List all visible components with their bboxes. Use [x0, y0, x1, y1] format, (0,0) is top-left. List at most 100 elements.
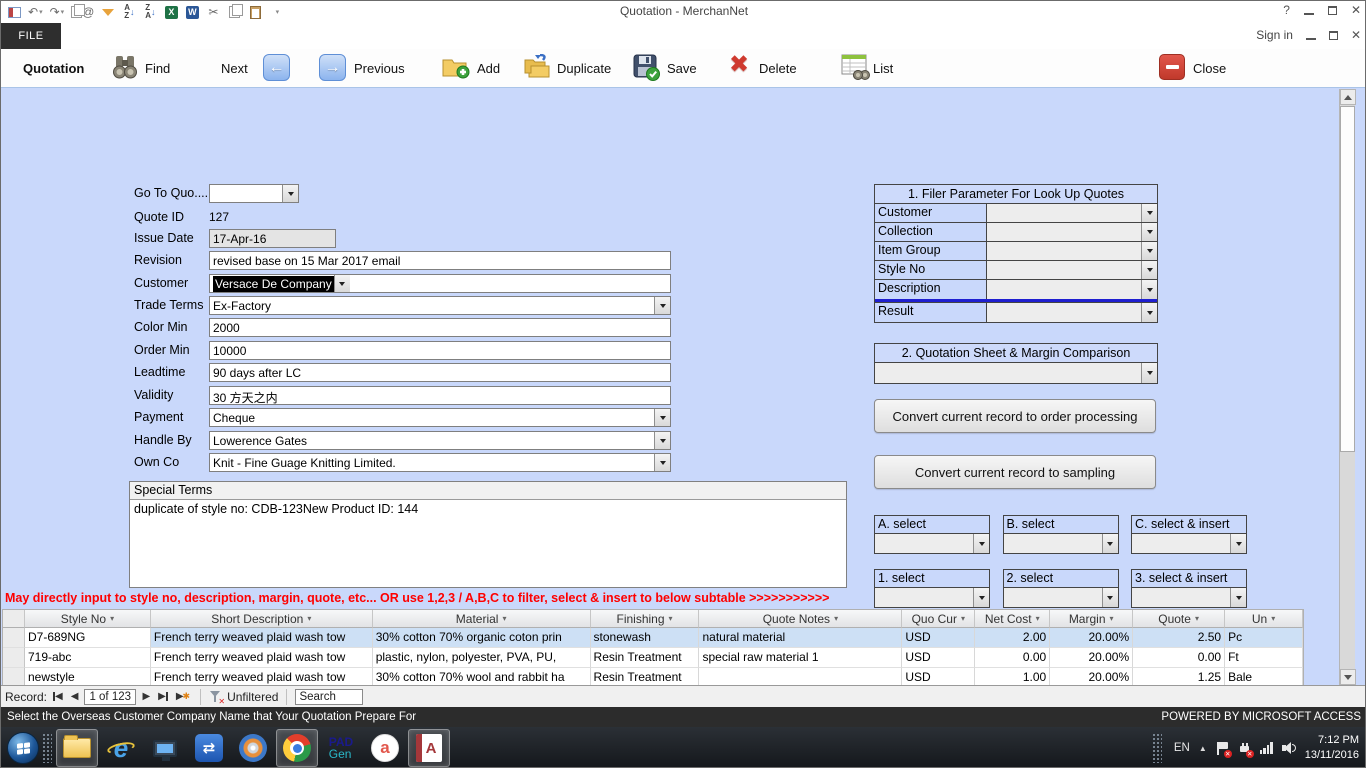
file-tab[interactable]: FILE	[1, 23, 61, 49]
convert-to-sampling-button[interactable]: Convert current record to sampling	[874, 455, 1156, 489]
dropdown-button[interactable]	[1141, 223, 1157, 241]
dropdown-button[interactable]	[1141, 303, 1157, 322]
dropdown-button[interactable]	[1230, 588, 1246, 607]
column-sort-icon[interactable]: ▾	[834, 614, 838, 623]
list-icon[interactable]	[841, 54, 871, 81]
sign-in-link[interactable]: Sign in	[1256, 28, 1293, 42]
add-icon[interactable]	[441, 54, 471, 80]
taskbar-access-button[interactable]: A	[408, 729, 450, 767]
scrollbar-thumb[interactable]	[1340, 106, 1355, 452]
find-button[interactable]: Find	[145, 61, 170, 76]
table-cell[interactable]: 719-abc	[25, 648, 151, 668]
order-min-field[interactable]: 10000	[209, 341, 671, 360]
select-box-combobox[interactable]	[875, 534, 989, 553]
delete-icon[interactable]: ✖	[729, 52, 749, 78]
handle-by-combobox[interactable]: Lowerence Gates	[209, 431, 671, 450]
filter-status-icon[interactable]: ✕	[209, 690, 223, 704]
db-close-button[interactable]: ✕	[1351, 28, 1361, 42]
db-minimize-button[interactable]	[1306, 38, 1316, 40]
table-cell[interactable]: natural material	[699, 628, 902, 648]
leadtime-field[interactable]: 90 days after LC	[209, 363, 671, 382]
volume-icon[interactable]	[1282, 742, 1296, 754]
column-header-finishing[interactable]: Finishing▾	[591, 610, 700, 628]
trade-terms-combobox[interactable]: Ex-Factory	[209, 296, 671, 315]
new-record-icon[interactable]: ▶✱	[174, 691, 192, 702]
taskbar-clock[interactable]: 7:12 PM 13/11/2016	[1305, 733, 1359, 763]
hidden-icons-chevron[interactable]: ▲	[1199, 744, 1207, 753]
special-terms-box[interactable]: Special Terms duplicate of style no: CDB…	[129, 481, 847, 588]
close-form-icon[interactable]	[1159, 54, 1185, 80]
own-co-combobox[interactable]: Knit - Fine Guage Knitting Limited.	[209, 453, 671, 472]
table-cell[interactable]: 2.50	[1133, 628, 1225, 648]
table-cell[interactable]: USD	[902, 648, 975, 668]
row-selector[interactable]	[3, 648, 25, 668]
column-sort-icon[interactable]: ▾	[1271, 614, 1275, 623]
select-box-combobox[interactable]	[1132, 588, 1246, 607]
dropdown-button[interactable]	[334, 275, 350, 292]
column-header-short-description[interactable]: Short Description▾	[151, 610, 373, 628]
table-cell[interactable]: 20.00%	[1050, 628, 1133, 648]
table-cell[interactable]: USD	[902, 628, 975, 648]
payment-combobox[interactable]: Cheque	[209, 408, 671, 427]
previous-button-arrow-right-icon[interactable]: →	[319, 54, 346, 81]
column-sort-icon[interactable]: ▾	[110, 614, 114, 623]
issue-date-field[interactable]: 17-Apr-16	[209, 229, 336, 248]
filter-combobox[interactable]	[987, 204, 1157, 222]
comparison-combobox[interactable]	[875, 363, 1157, 383]
column-header-margin[interactable]: Margin▾	[1050, 610, 1133, 628]
select-all-corner[interactable]	[3, 610, 25, 628]
next-button-arrow-left-icon[interactable]: ←	[263, 54, 290, 81]
first-record-icon[interactable]: ◀	[51, 691, 65, 702]
select-box-combobox[interactable]	[1004, 588, 1118, 607]
filter-status-label[interactable]: Unfiltered	[227, 690, 278, 704]
next-record-icon[interactable]: ▶	[140, 691, 152, 702]
dropdown-button[interactable]	[1141, 204, 1157, 222]
color-min-field[interactable]: 2000	[209, 318, 671, 337]
add-button[interactable]: Add	[477, 61, 500, 76]
filter-combobox[interactable]	[987, 223, 1157, 241]
dropdown-button[interactable]	[1141, 363, 1157, 383]
taskbar-teamviewer-button[interactable]: ⇄	[188, 729, 230, 767]
help-button[interactable]: ?	[1283, 3, 1290, 17]
scroll-up-icon[interactable]	[1340, 89, 1356, 105]
select-box-combobox[interactable]	[1004, 534, 1118, 553]
column-header-style-no[interactable]: Style No▾	[25, 610, 151, 628]
close-form-button[interactable]: Close	[1193, 61, 1226, 76]
dropdown-button[interactable]	[973, 588, 989, 607]
hardware-icon[interactable]: ✕	[1238, 742, 1251, 755]
column-sort-icon[interactable]: ▾	[1036, 614, 1040, 623]
db-restore-button[interactable]	[1329, 31, 1338, 40]
select-box-combobox[interactable]	[1132, 534, 1246, 553]
minimize-button[interactable]	[1304, 13, 1314, 15]
column-sort-icon[interactable]: ▾	[1195, 614, 1199, 623]
action-center-icon[interactable]: ✕	[1216, 742, 1229, 755]
record-position[interactable]: 1 of 123	[84, 689, 136, 705]
network-signal-icon[interactable]	[1260, 742, 1273, 754]
column-sort-icon[interactable]: ▾	[961, 614, 965, 623]
taskbar-explorer-button[interactable]	[56, 729, 98, 767]
previous-record-icon[interactable]: ◀	[69, 691, 81, 702]
duplicate-icon[interactable]	[521, 54, 551, 80]
dropdown-button[interactable]	[1230, 534, 1246, 553]
language-indicator[interactable]: EN	[1174, 742, 1190, 754]
table-cell[interactable]: French terry weaved plaid wash tow	[151, 628, 373, 648]
result-combobox[interactable]	[987, 303, 1157, 322]
last-record-icon[interactable]: ▶	[156, 691, 170, 702]
column-header-un[interactable]: Un▾	[1225, 610, 1303, 628]
filter-combobox[interactable]	[987, 261, 1157, 279]
table-cell[interactable]: stonewash	[591, 628, 700, 648]
dropdown-button[interactable]	[654, 454, 670, 471]
table-cell[interactable]: Ft	[1225, 648, 1303, 668]
table-cell[interactable]: special raw material 1	[699, 648, 902, 668]
revision-field[interactable]: revised base on 15 Mar 2017 email	[209, 251, 671, 270]
table-cell[interactable]: Resin Treatment	[591, 648, 700, 668]
dropdown-button[interactable]	[282, 185, 298, 202]
special-terms-text[interactable]: duplicate of style no: CDB-123New Produc…	[130, 500, 846, 518]
column-header-net-cost[interactable]: Net Cost▾	[975, 610, 1050, 628]
column-sort-icon[interactable]: ▾	[1110, 614, 1114, 623]
filter-combobox[interactable]	[987, 242, 1157, 260]
save-button[interactable]: Save	[667, 61, 697, 76]
table-cell[interactable]: 0.00	[975, 648, 1050, 668]
taskbar-padgen-button[interactable]: PADGen	[320, 729, 362, 767]
column-header-quo-cur[interactable]: Quo Cur▾	[902, 610, 975, 628]
